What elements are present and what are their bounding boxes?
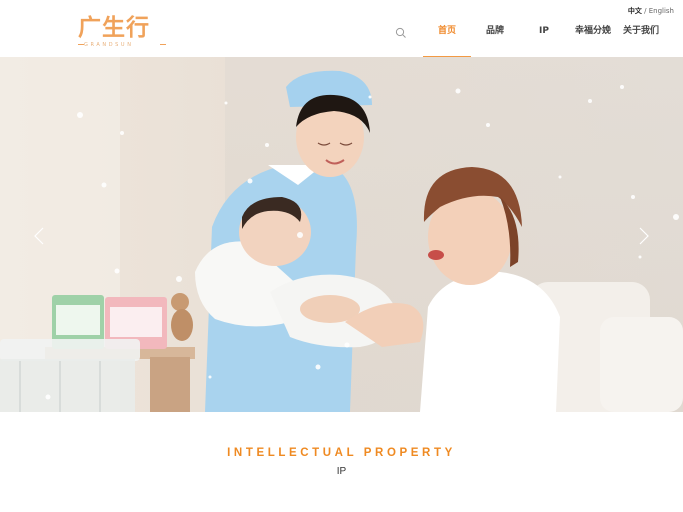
language-switcher: 中文 / English xyxy=(628,6,674,16)
site-header: 广生行 GRANDSUN 中文 / English 首页 品牌 IP 幸福分娩 … xyxy=(0,0,683,58)
logo-subtext: GRANDSUN xyxy=(84,42,134,48)
chevron-right-icon[interactable] xyxy=(633,225,653,247)
nav-item-brand[interactable]: 品牌 xyxy=(486,24,504,38)
nav-item-about[interactable]: 关于我们 xyxy=(623,24,659,38)
hero-illustration xyxy=(0,57,683,412)
logo-text: 广生行 xyxy=(78,15,150,41)
nav-item-happy-birth[interactable]: 幸福分娩 xyxy=(575,24,611,38)
lang-chinese-link[interactable]: 中文 xyxy=(628,7,642,15)
chevron-left-icon[interactable] xyxy=(30,225,50,247)
logo-divider-right xyxy=(160,44,166,45)
section-title: INTELLECTUAL PROPERTY xyxy=(227,447,456,459)
nav-item-home[interactable]: 首页 xyxy=(438,24,456,38)
lang-english-link[interactable]: English xyxy=(649,7,674,15)
search-icon[interactable] xyxy=(395,24,407,38)
brand-logo[interactable]: 广生行 GRANDSUN xyxy=(78,14,168,48)
section-subtitle: IP xyxy=(336,466,347,477)
lang-separator: / xyxy=(641,7,649,15)
nav-item-ip[interactable]: IP xyxy=(539,24,549,38)
hero-banner[interactable] xyxy=(0,57,683,412)
